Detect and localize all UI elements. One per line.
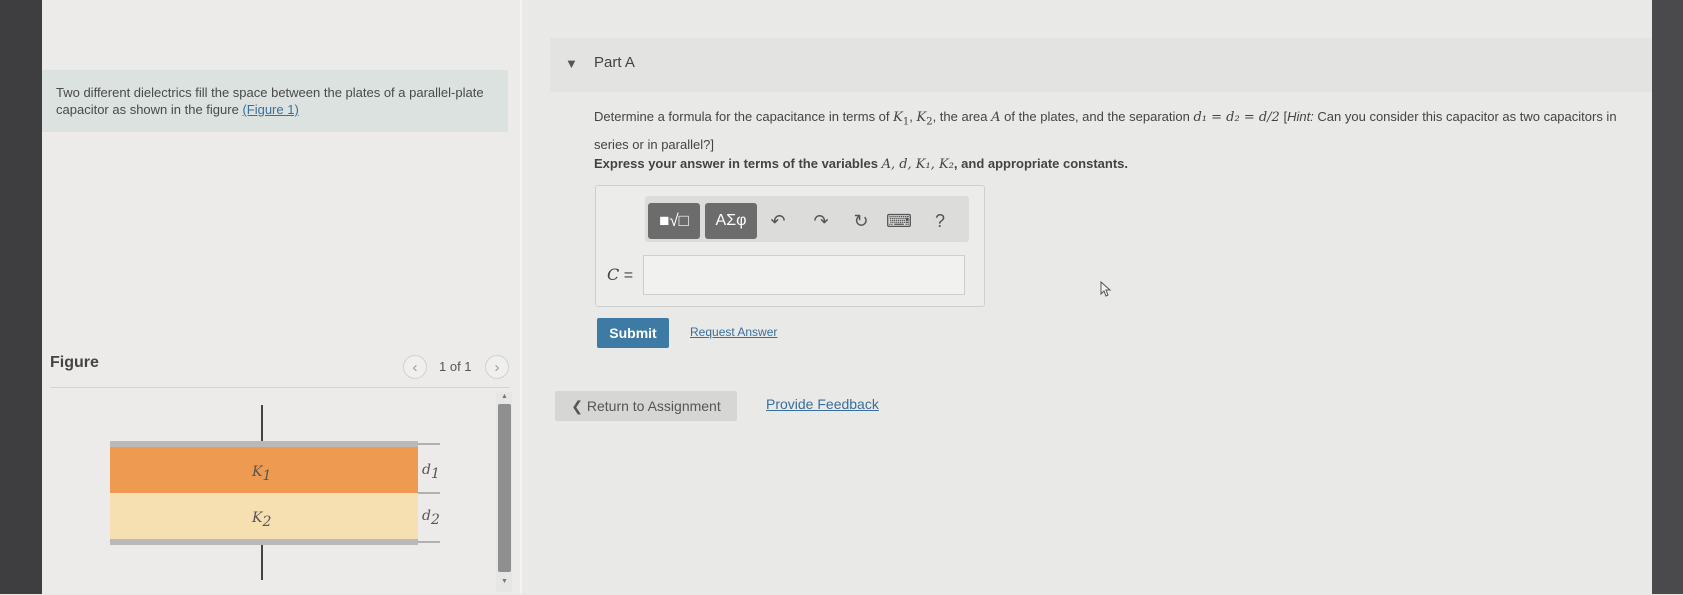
part-a-header[interactable] [550, 38, 1652, 92]
separation-equation: d₁ = d₂ = d/2 [1193, 110, 1280, 125]
answer-label: C = [607, 265, 634, 284]
answer-input[interactable] [643, 255, 965, 295]
var-k1: K1 [893, 110, 910, 128]
var-a: A [991, 110, 1001, 125]
redo-icon[interactable]: ↷ [808, 207, 834, 235]
chevron-right-icon[interactable]: › [485, 355, 509, 379]
provide-feedback-link[interactable]: Provide Feedback [766, 396, 879, 412]
problem-intro: Two different dielectrics fill the space… [42, 70, 508, 132]
scroll-up-icon[interactable]: ▲ [498, 393, 511, 400]
var-k2: K2 [916, 110, 933, 128]
undo-icon[interactable]: ↶ [765, 207, 791, 235]
left-window-edge [0, 0, 42, 594]
top-plate [110, 441, 418, 447]
templates-button[interactable]: ■√□ [648, 203, 700, 239]
bottom-plate [110, 539, 418, 545]
keyboard-icon[interactable]: ⌨ [886, 207, 912, 235]
instruction-variables: A, d, K₁, K₂ [881, 157, 954, 172]
figure-pager: 1 of 1 [439, 359, 472, 374]
figure-title: Figure [50, 354, 99, 371]
figure-scrollbar-thumb[interactable] [498, 404, 511, 572]
hint-label: Hint: [1287, 109, 1314, 124]
right-window-edge [1652, 0, 1683, 594]
figure-divider [50, 387, 510, 388]
mouse-cursor-icon [1100, 280, 1112, 302]
submit-button[interactable]: Submit [597, 318, 669, 348]
figure-link[interactable]: (Figure 1) [242, 102, 298, 117]
capacitor-figure: K1 K2 d1 d2 [100, 405, 440, 595]
collapse-caret-icon[interactable]: ▼ [565, 56, 578, 71]
d2-label: d2 [422, 508, 440, 528]
scroll-down-icon[interactable]: ▼ [498, 578, 511, 585]
return-to-assignment-button[interactable]: ❮ Return to Assignment [555, 391, 737, 421]
part-a-title: Part A [594, 54, 635, 71]
help-icon[interactable]: ? [927, 207, 953, 235]
chevron-left-icon[interactable]: ‹ [403, 355, 427, 379]
answer-instruction: Express your answer in terms of the vari… [594, 156, 1129, 172]
request-answer-link[interactable]: Request Answer [690, 325, 777, 339]
question-text: Determine a formula for the capacitance … [594, 109, 1617, 152]
d1-label: d1 [422, 462, 440, 482]
reset-icon[interactable]: ↻ [848, 207, 874, 235]
greek-symbols-button[interactable]: ΑΣφ [705, 203, 757, 239]
